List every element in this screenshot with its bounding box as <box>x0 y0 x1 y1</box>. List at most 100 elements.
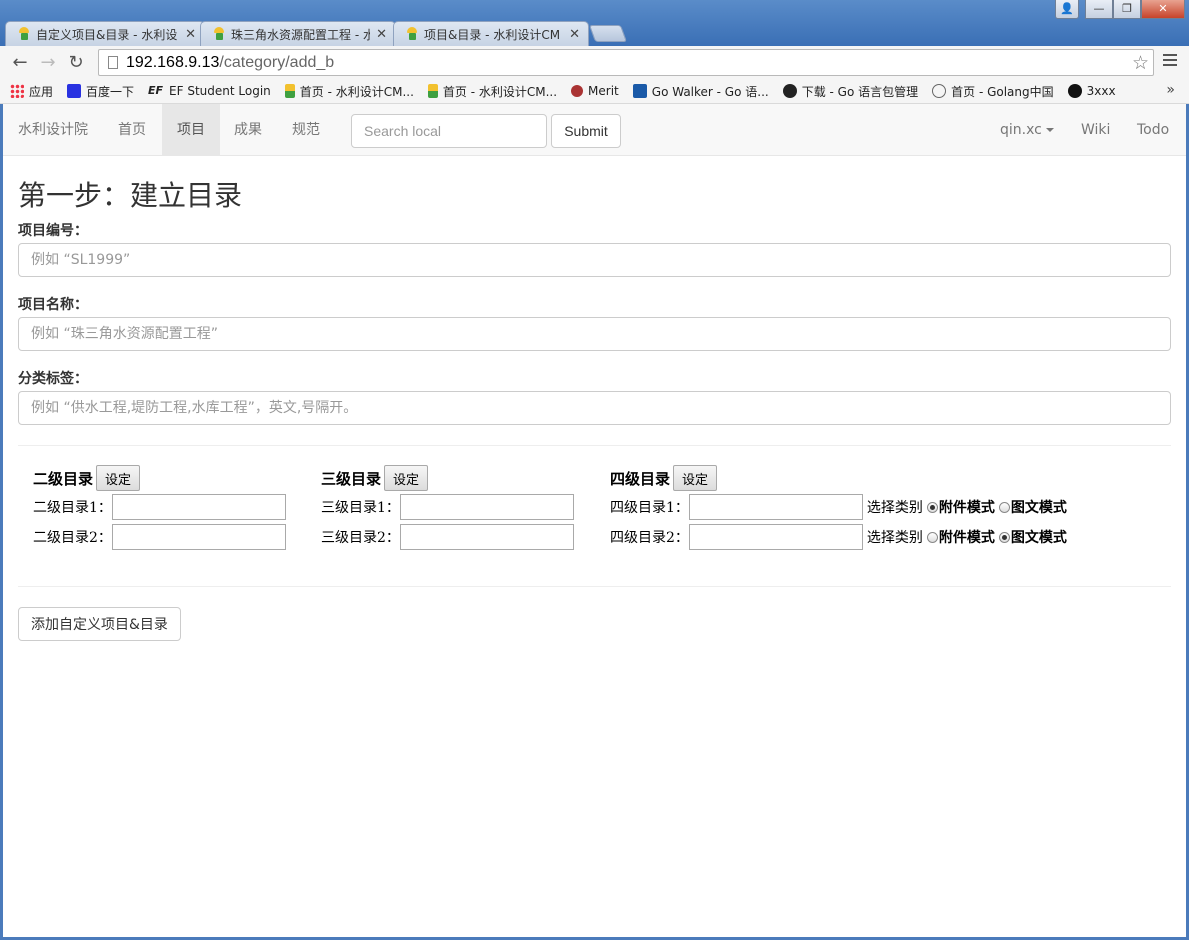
level2-row1-input[interactable] <box>111 494 286 520</box>
level4-row1-input[interactable] <box>688 494 863 520</box>
tab-title: 自定义项目&目录 - 水利设 <box>36 27 178 42</box>
new-tab-button[interactable] <box>588 25 628 42</box>
gopher-icon <box>782 84 797 98</box>
level4-set-button[interactable]: 设定 <box>673 465 718 491</box>
top-navbar: 水利设计院 首页 项目 成果 规范 Submit qin.xc Wiki Tod… <box>3 104 1186 156</box>
level3-row2-label: 三级目录2： <box>321 530 400 546</box>
bookmark-gowalker[interactable]: Go Walker - Go 语... <box>632 83 769 100</box>
close-window-button[interactable]: ✕ <box>1141 0 1185 19</box>
menu-icon[interactable] <box>1163 54 1177 69</box>
level2-row2-label: 二级目录2： <box>33 530 112 546</box>
bookmark-go-download[interactable]: 下载 - Go 语言包管理 <box>782 83 919 100</box>
search-input[interactable] <box>351 114 547 148</box>
attachment-mode-label: 附件模式 <box>938 500 995 516</box>
level2-row2-input[interactable] <box>111 524 286 550</box>
site-favicon-icon <box>406 27 418 41</box>
bookmark-github[interactable]: 3xxx <box>1067 84 1116 98</box>
level4-row1-label: 四级目录1： <box>610 500 689 516</box>
maximize-button[interactable]: ❐ <box>1113 0 1141 19</box>
page-content: 水利设计院 首页 项目 成果 规范 Submit qin.xc Wiki Tod… <box>3 104 1186 937</box>
submit-button[interactable]: Submit <box>551 114 621 148</box>
level3-row1-label: 三级目录1： <box>321 500 400 516</box>
godoc-icon <box>632 84 647 98</box>
bookmark-label: EF Student Login <box>169 84 271 98</box>
level4-row2-input[interactable] <box>688 524 863 550</box>
row1-richtext-radio[interactable] <box>998 501 1010 513</box>
nav-item-results[interactable]: 成果 <box>219 104 277 156</box>
url-host: 192.168.9.13 <box>126 53 220 71</box>
bookmark-home-2[interactable]: 首页 - 水利设计CM... <box>427 83 558 100</box>
project-code-label: 项目编号： <box>18 223 88 239</box>
level2-set-button[interactable]: 设定 <box>96 465 141 491</box>
tab-3[interactable]: 项目&目录 - 水利设计CM ✕ <box>393 21 589 46</box>
nav-item-projects[interactable]: 项目 <box>162 104 220 156</box>
bookmark-golang-china[interactable]: 首页 - Golang中国 <box>932 83 1054 100</box>
bookmark-label: Go Walker - Go 语... <box>651 84 769 99</box>
attachment-mode-label: 附件模式 <box>938 530 995 546</box>
ef-logo-icon: EF <box>148 84 164 97</box>
level3-set-button[interactable]: 设定 <box>384 465 429 491</box>
row2-richtext-radio[interactable] <box>998 531 1010 543</box>
caret-down-icon <box>1045 128 1054 132</box>
bookmark-star-icon[interactable]: ☆ <box>1132 52 1149 74</box>
bookmark-ef[interactable]: EF EF Student Login <box>148 84 271 98</box>
level3-column: 三级目录 设定 三级目录1： 三级目录2： <box>321 465 574 551</box>
divider <box>18 445 1171 446</box>
bookmark-label: 首页 - 水利设计CM... <box>442 84 558 99</box>
bookmark-merit[interactable]: Merit <box>571 84 619 98</box>
close-icon[interactable]: ✕ <box>569 27 580 42</box>
level3-row2-input[interactable] <box>399 524 574 550</box>
level3-title: 三级目录 <box>321 469 382 488</box>
row1-attachment-radio[interactable] <box>926 501 938 513</box>
nav-item-home[interactable]: 首页 <box>103 104 161 156</box>
reload-icon[interactable]: ↻ <box>62 52 90 73</box>
level3-row1-input[interactable] <box>399 494 574 520</box>
navbar-brand[interactable]: 水利设计院 <box>3 104 103 156</box>
bookmark-label: 首页 - Golang中国 <box>951 84 1054 99</box>
richtext-mode-label: 图文模式 <box>1010 500 1067 516</box>
bookmarks-overflow-icon[interactable]: » <box>1166 82 1175 98</box>
page-title: 第一步：建立目录 <box>18 179 243 212</box>
add-custom-project-button[interactable]: 添加自定义项目&目录 <box>18 607 181 641</box>
bookmark-label: 首页 - 水利设计CM... <box>299 84 414 99</box>
site-favicon-icon <box>213 27 225 41</box>
tab-2[interactable]: 珠三角水资源配置工程 - 水 ✕ <box>200 21 396 46</box>
bookmark-label: 3xxx <box>1086 84 1116 98</box>
nav-link-wiki[interactable]: Wiki <box>1066 104 1125 156</box>
richtext-mode-label: 图文模式 <box>1010 530 1067 546</box>
nav-item-standards[interactable]: 规范 <box>277 104 335 156</box>
level4-title: 四级目录 <box>610 469 671 488</box>
minimize-button[interactable]: — <box>1085 0 1113 19</box>
bookmark-apps[interactable]: 应用 <box>10 83 53 100</box>
site-favicon-icon <box>427 84 438 98</box>
window-controls: 👤 — ❐ ✕ <box>1055 0 1185 19</box>
category-select-label: 选择类别 <box>866 530 923 546</box>
project-code-input[interactable] <box>18 243 1171 277</box>
category-tags-input[interactable] <box>18 391 1171 425</box>
row2-attachment-radio[interactable] <box>926 531 938 543</box>
bookmark-label: Merit <box>588 84 619 98</box>
bookmark-label: 应用 <box>29 84 54 99</box>
merit-icon <box>571 85 584 97</box>
level4-column: 四级目录 设定 四级目录1： 选择类别 附件模式 图文模式 四级目录2： 选择类… <box>610 465 1067 551</box>
tab-active[interactable]: 自定义项目&目录 - 水利设 ✕ <box>5 21 205 46</box>
site-favicon-icon <box>18 27 30 41</box>
baidu-paw-icon <box>67 84 82 98</box>
back-arrow-icon[interactable]: ← <box>6 52 34 73</box>
bookmark-label: 下载 - Go 语言包管理 <box>801 84 919 99</box>
user-dropdown[interactable]: qin.xc <box>985 104 1069 156</box>
bookmark-baidu[interactable]: 百度一下 <box>67 83 134 100</box>
address-bar[interactable]: 192.168.9.13/category/add_b ☆ <box>98 49 1154 76</box>
nav-link-todo[interactable]: Todo <box>1122 104 1184 156</box>
project-name-input[interactable] <box>18 317 1171 351</box>
level2-title: 二级目录 <box>33 469 94 488</box>
close-icon[interactable]: ✕ <box>376 27 387 42</box>
category-tags-label: 分类标签： <box>18 371 88 387</box>
forward-arrow-icon[interactable]: → <box>34 52 62 73</box>
profile-icon[interactable]: 👤 <box>1055 0 1079 19</box>
bookmark-home-1[interactable]: 首页 - 水利设计CM... <box>284 83 414 100</box>
golang-china-icon <box>932 84 947 98</box>
close-icon[interactable]: ✕ <box>185 27 196 42</box>
page-icon <box>108 56 118 69</box>
browser-toolbar: ← → ↻ 192.168.9.13/category/add_b ☆ <box>0 46 1189 79</box>
